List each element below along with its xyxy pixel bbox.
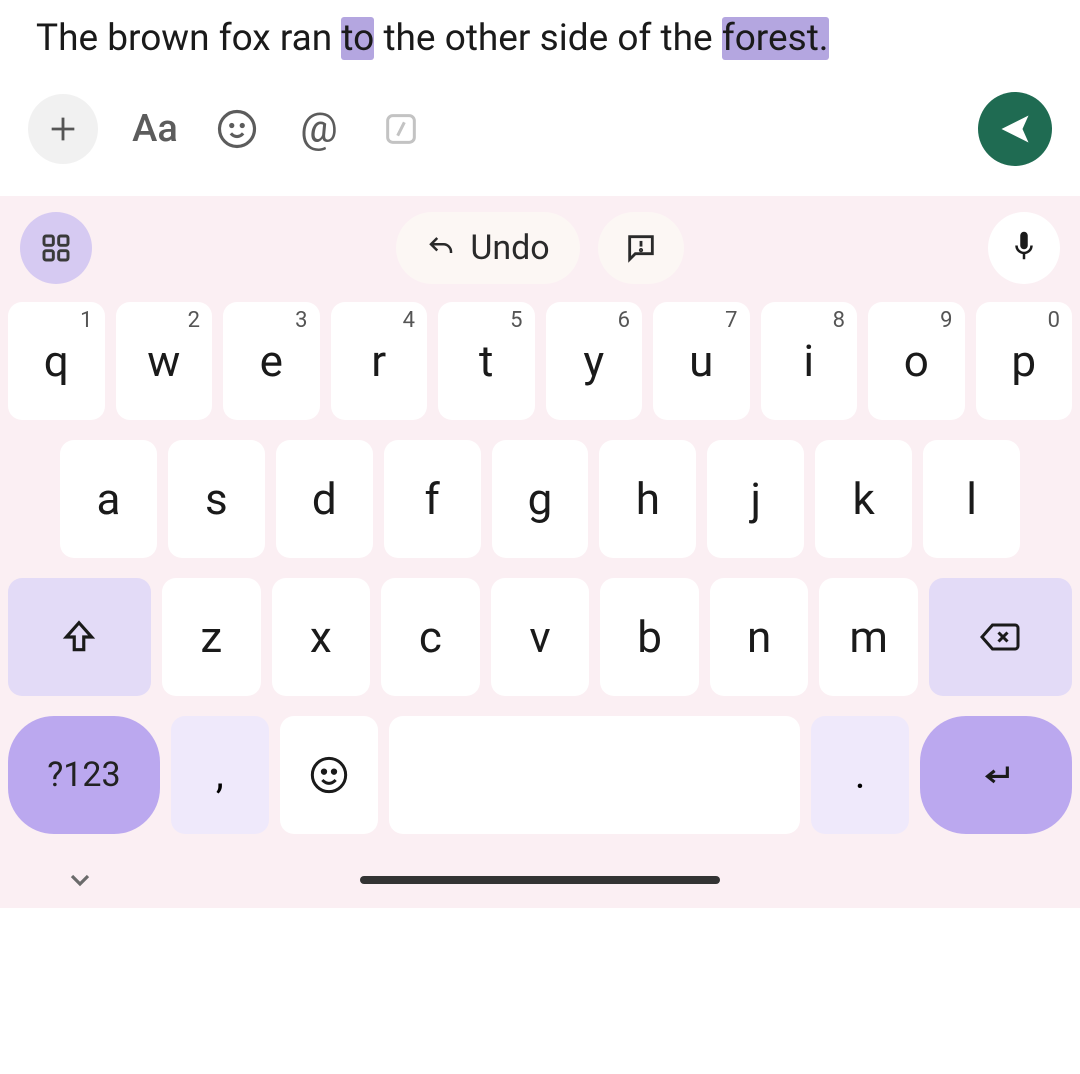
key-l[interactable]: l <box>923 440 1020 558</box>
key-n[interactable]: n <box>710 578 809 696</box>
keyboard-rows: q1w2e3r4t5y6u7i8o9p0 asdfghjkl zxcvbnm <box>0 296 1080 696</box>
key-m[interactable]: m <box>819 578 918 696</box>
symbols-key[interactable]: ?123 <box>8 716 160 834</box>
backspace-key[interactable] <box>929 578 1072 696</box>
collapse-keyboard-button[interactable] <box>60 860 100 900</box>
feedback-icon <box>624 231 658 265</box>
backspace-icon <box>978 619 1022 655</box>
key-f[interactable]: f <box>384 440 481 558</box>
message-text[interactable]: The brown fox ran to the other side of t… <box>0 0 1080 74</box>
key-a[interactable]: a <box>60 440 157 558</box>
on-screen-keyboard: Undo q1w2e3r4t5y6u7i8o9p0 asdfghjkl zxcv… <box>0 196 1080 908</box>
emoji-keyboard-icon <box>309 755 349 795</box>
emoji-button[interactable] <box>212 104 262 154</box>
chevron-down-icon <box>64 864 96 896</box>
undo-label: Undo <box>470 228 549 268</box>
keyboard-top-row: Undo <box>0 196 1080 296</box>
send-button[interactable] <box>978 92 1052 166</box>
key-k[interactable]: k <box>815 440 912 558</box>
key-z[interactable]: z <box>162 578 261 696</box>
plus-icon <box>46 112 80 146</box>
key-s[interactable]: s <box>168 440 265 558</box>
key-i[interactable]: i8 <box>761 302 858 420</box>
send-icon <box>997 111 1033 147</box>
key-g[interactable]: g <box>492 440 589 558</box>
voice-input-button[interactable] <box>988 212 1060 284</box>
key-q[interactable]: q1 <box>8 302 105 420</box>
mention-button[interactable]: @ <box>294 104 344 154</box>
format-button[interactable]: Aa <box>130 104 180 154</box>
mic-icon <box>1009 229 1039 267</box>
keyboard-row-3: zxcvbnm <box>8 578 1072 696</box>
slash-command-icon <box>381 109 421 149</box>
shift-key[interactable] <box>8 578 151 696</box>
slash-button[interactable] <box>376 104 426 154</box>
key-x[interactable]: x <box>272 578 371 696</box>
attach-button[interactable] <box>28 94 98 164</box>
enter-icon <box>976 758 1016 792</box>
keyboard-row-1: q1w2e3r4t5y6u7i8o9p0 <box>8 302 1072 420</box>
key-r[interactable]: r4 <box>331 302 428 420</box>
period-key[interactable]: . <box>811 716 909 834</box>
enter-key[interactable] <box>920 716 1072 834</box>
space-key[interactable] <box>389 716 800 834</box>
key-h[interactable]: h <box>599 440 696 558</box>
key-d[interactable]: d <box>276 440 373 558</box>
compose-toolbar: Aa @ <box>0 74 1080 196</box>
smile-icon <box>216 108 258 150</box>
key-w[interactable]: w2 <box>116 302 213 420</box>
key-b[interactable]: b <box>600 578 699 696</box>
feedback-suggestion[interactable] <box>598 212 684 284</box>
comma-key[interactable]: , <box>171 716 269 834</box>
key-t[interactable]: t5 <box>438 302 535 420</box>
at-icon: @ <box>300 104 338 153</box>
keyboard-apps-button[interactable] <box>20 212 92 284</box>
key-c[interactable]: c <box>381 578 480 696</box>
keyboard-row-4: ?123 , . <box>0 716 1080 834</box>
key-v[interactable]: v <box>491 578 590 696</box>
key-j[interactable]: j <box>707 440 804 558</box>
key-p[interactable]: p0 <box>976 302 1073 420</box>
key-o[interactable]: o9 <box>868 302 965 420</box>
undo-icon <box>426 233 456 263</box>
undo-suggestion[interactable]: Undo <box>396 212 579 284</box>
key-e[interactable]: e3 <box>223 302 320 420</box>
key-y[interactable]: y6 <box>546 302 643 420</box>
emoji-key[interactable] <box>280 716 378 834</box>
format-icon: Aa <box>132 107 178 151</box>
keyboard-row-2: asdfghjkl <box>8 440 1072 558</box>
key-u[interactable]: u7 <box>653 302 750 420</box>
home-handle[interactable] <box>360 876 720 884</box>
navigation-bar <box>0 850 1080 908</box>
grid-icon <box>40 232 72 264</box>
shift-icon <box>60 618 98 656</box>
